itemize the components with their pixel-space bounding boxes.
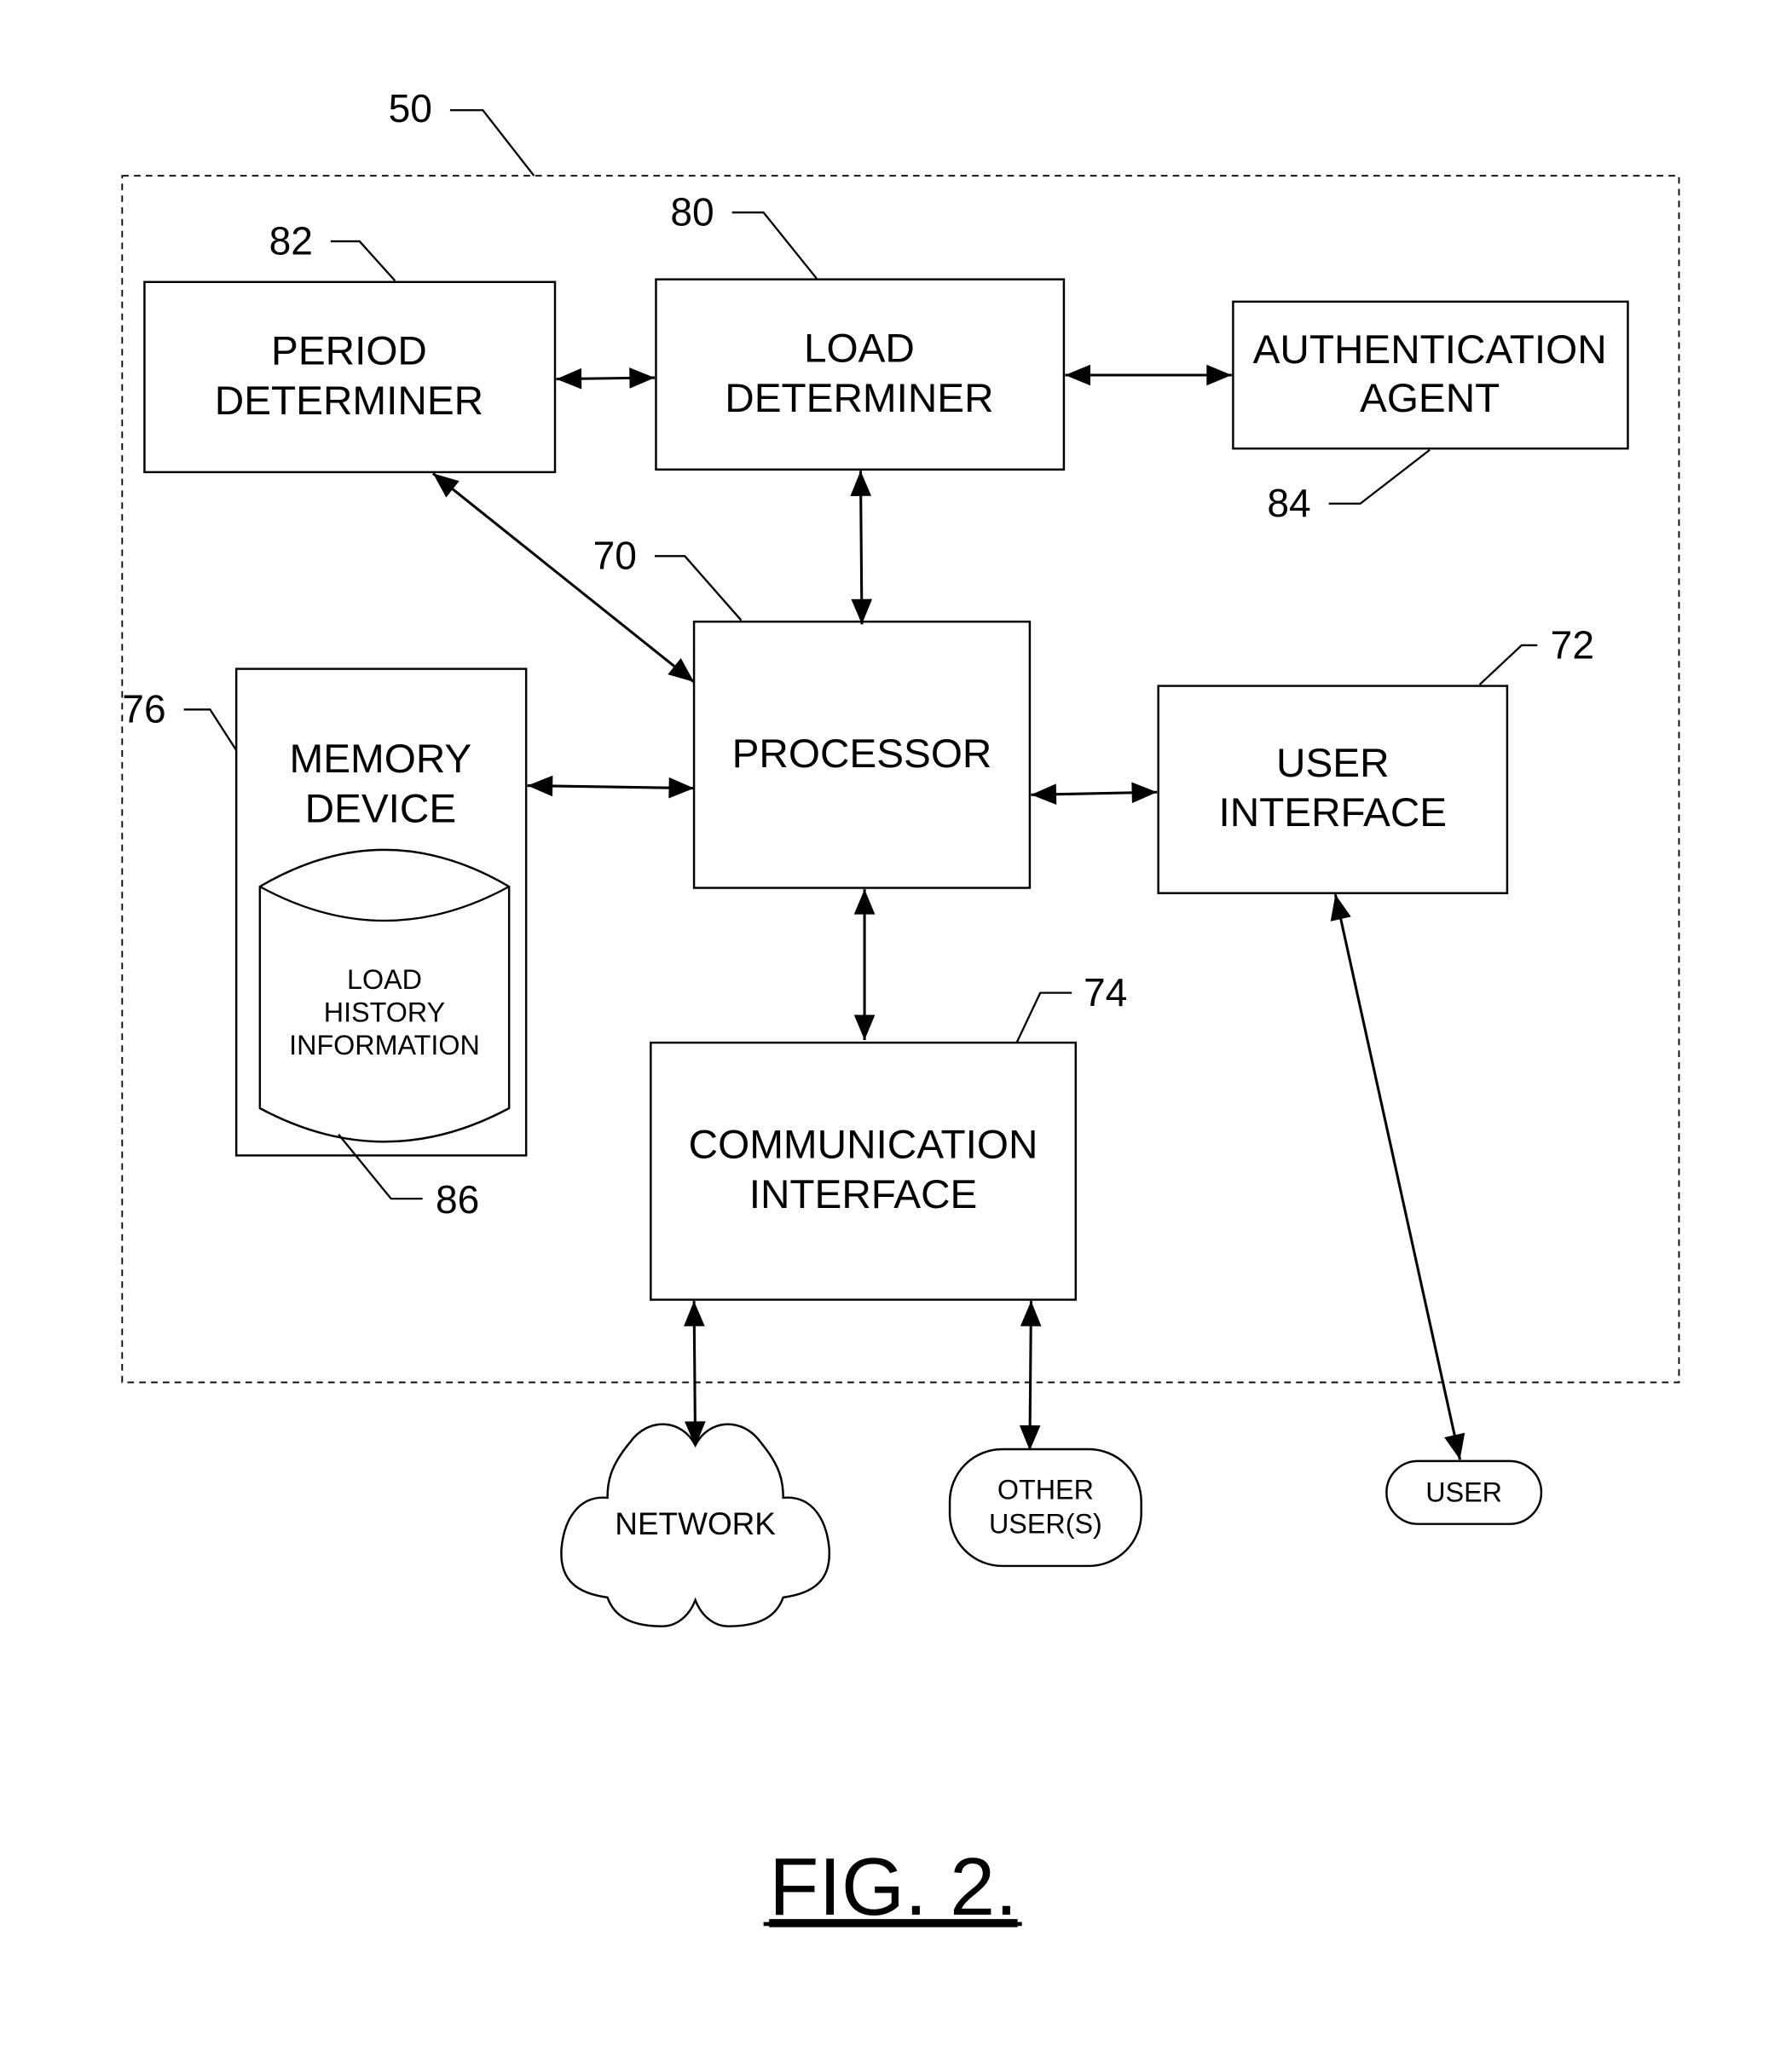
- leader-76: [183, 708, 238, 751]
- svg-text:HISTORY: HISTORY: [324, 997, 445, 1027]
- svg-text:INTERFACE: INTERFACE: [749, 1172, 978, 1217]
- svg-text:USER(S): USER(S): [989, 1508, 1102, 1539]
- block-diagram: 50 PERIOD DETERMINER 82 LOAD DETERMINER …: [121, 86, 1680, 1933]
- network-cloud[interactable]: NETWORK: [560, 1423, 831, 1627]
- svg-text:AUTHENTICATION: AUTHENTICATION: [1253, 327, 1607, 373]
- leader-80: [731, 211, 818, 280]
- svg-text:NETWORK: NETWORK: [615, 1506, 776, 1541]
- ref-76: 76: [122, 687, 165, 731]
- arrow-comm-network: [684, 1301, 706, 1447]
- svg-text:OTHER: OTHER: [997, 1474, 1094, 1505]
- svg-text:MEMORY: MEMORY: [290, 737, 472, 782]
- ref-84: 84: [1267, 481, 1310, 525]
- arrow-memory-processor: [527, 775, 695, 799]
- ref-72: 72: [1551, 622, 1594, 667]
- svg-text:DEVICE: DEVICE: [305, 787, 457, 832]
- svg-text:PROCESSOR: PROCESSOR: [732, 731, 992, 777]
- ref-70: 70: [593, 534, 637, 578]
- leader-82: [330, 240, 396, 282]
- figure-caption: FIG. 2.: [769, 1842, 1017, 1933]
- processor-block[interactable]: PROCESSOR: [692, 621, 1032, 889]
- ref-74: 74: [1084, 970, 1127, 1014]
- svg-text:DETERMINER: DETERMINER: [215, 379, 483, 424]
- user-terminal[interactable]: USER: [1385, 1459, 1543, 1525]
- arrow-period-load: [556, 367, 655, 390]
- user-interface-block[interactable]: USER INTERFACE: [1157, 685, 1509, 894]
- svg-text:USER: USER: [1425, 1477, 1502, 1508]
- arrow-period-processor: [431, 472, 696, 684]
- svg-text:INFORMATION: INFORMATION: [289, 1030, 480, 1060]
- svg-text:LOAD: LOAD: [347, 964, 422, 995]
- period-determiner-block[interactable]: PERIOD DETERMINER: [143, 280, 557, 474]
- leader-72: [1478, 644, 1538, 685]
- svg-text:AGENT: AGENT: [1360, 376, 1500, 421]
- svg-text:COMMUNICATION: COMMUNICATION: [689, 1122, 1038, 1167]
- ref-86: 86: [436, 1177, 479, 1222]
- svg-text:DETERMINER: DETERMINER: [725, 376, 993, 421]
- arrow-load-processor: [850, 471, 873, 625]
- load-history-database[interactable]: LOAD HISTORY INFORMATION: [258, 848, 511, 1143]
- other-users-terminal[interactable]: OTHER USER(S): [948, 1448, 1142, 1568]
- load-determiner-block[interactable]: LOAD DETERMINER: [655, 278, 1066, 471]
- ref-82: 82: [269, 218, 313, 263]
- svg-text:USER: USER: [1276, 741, 1390, 786]
- arrow-ui-user: [1330, 893, 1465, 1460]
- leader-74: [1015, 991, 1072, 1043]
- ref-80: 80: [670, 190, 714, 234]
- arrow-comm-otherusers: [1019, 1301, 1042, 1451]
- ref-50: 50: [389, 86, 432, 130]
- svg-text:INTERFACE: INTERFACE: [1218, 790, 1447, 835]
- svg-text:LOAD: LOAD: [804, 326, 915, 372]
- arrow-processor-ui: [1031, 782, 1158, 805]
- communication-interface-block[interactable]: COMMUNICATION INTERFACE: [650, 1041, 1077, 1301]
- authentication-agent-block[interactable]: AUTHENTICATION AGENT: [1232, 300, 1629, 450]
- leader-84: [1328, 448, 1431, 505]
- leader-50: [449, 109, 535, 176]
- svg-text:PERIOD: PERIOD: [271, 329, 427, 374]
- leader-70: [654, 555, 743, 621]
